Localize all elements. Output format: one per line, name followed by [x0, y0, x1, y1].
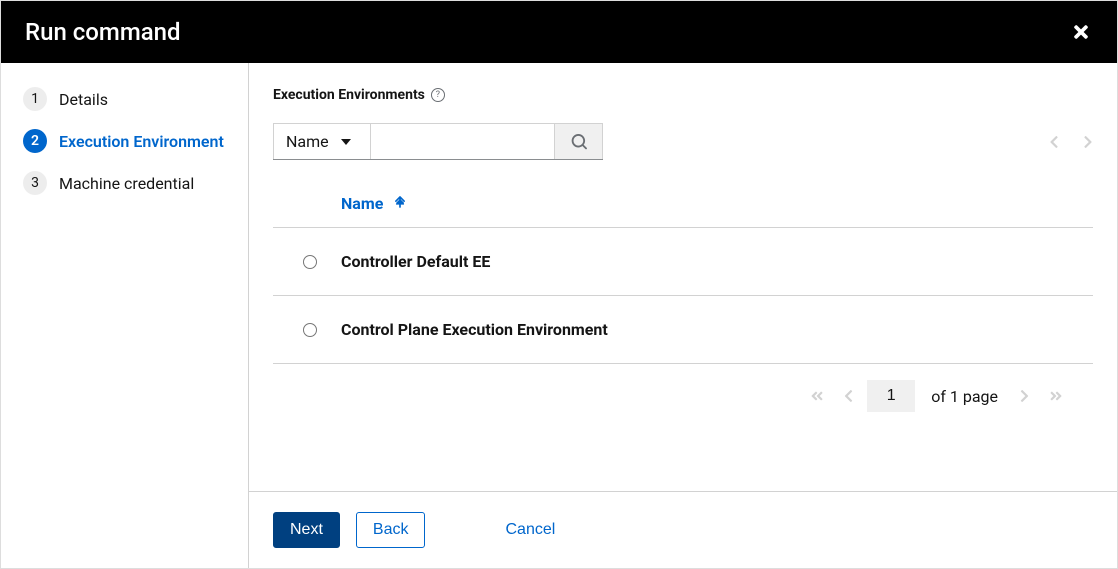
- radio-cell: [303, 255, 341, 269]
- sort-icon: [395, 194, 405, 213]
- search-icon: [571, 134, 587, 150]
- filter-dropdown[interactable]: Name: [273, 123, 371, 159]
- column-header-label: Name: [341, 194, 383, 213]
- next-page-button[interactable]: [1014, 385, 1035, 407]
- search-button[interactable]: [555, 123, 603, 159]
- double-chevron-left-icon: [810, 389, 824, 403]
- prev-arrow[interactable]: [1049, 135, 1059, 149]
- content-area: Execution Environments ? Name: [249, 63, 1117, 491]
- cancel-button[interactable]: Cancel: [489, 513, 571, 547]
- page-number-input[interactable]: [867, 380, 915, 412]
- back-button[interactable]: Back: [356, 512, 426, 548]
- row-name: Controller Default EE: [341, 252, 490, 271]
- double-chevron-right-icon: [1049, 389, 1063, 403]
- chevron-right-icon: [1020, 389, 1029, 403]
- step-number: 1: [23, 87, 47, 111]
- table-row: Control Plane Execution Environment: [273, 296, 1093, 364]
- close-button[interactable]: [1069, 20, 1093, 44]
- row-radio[interactable]: [303, 323, 317, 337]
- caret-down-icon: [341, 139, 351, 145]
- wizard-step-execution-environment[interactable]: 2 Execution Environment: [23, 129, 230, 153]
- step-label: Execution Environment: [59, 132, 224, 151]
- chevron-left-icon: [1049, 135, 1059, 149]
- prev-page-button[interactable]: [838, 385, 859, 407]
- column-header-name[interactable]: Name: [341, 194, 405, 213]
- close-icon: [1071, 22, 1091, 42]
- filter-dropdown-label: Name: [286, 132, 329, 151]
- wizard-nav: 1 Details 2 Execution Environment 3 Mach…: [1, 63, 249, 568]
- chevron-left-icon: [844, 389, 853, 403]
- main-content: Execution Environments ? Name: [249, 63, 1117, 568]
- chevron-right-icon: [1083, 135, 1093, 149]
- modal-footer: Next Back Cancel: [249, 491, 1117, 568]
- row-radio[interactable]: [303, 255, 317, 269]
- wizard-step-details[interactable]: 1 Details: [23, 87, 230, 111]
- toolbar: Name: [273, 123, 1093, 160]
- step-number: 3: [23, 171, 47, 195]
- search-group: Name: [273, 123, 603, 160]
- toolbar-nav-arrows: [1049, 135, 1093, 149]
- step-label: Machine credential: [59, 174, 194, 193]
- table-row: Controller Default EE: [273, 228, 1093, 296]
- section-header: Execution Environments ?: [273, 87, 1093, 103]
- last-page-button[interactable]: [1043, 385, 1069, 407]
- table-header: Name: [273, 180, 1093, 228]
- search-input[interactable]: [371, 123, 555, 159]
- step-label: Details: [59, 90, 108, 109]
- wizard-step-machine-credential[interactable]: 3 Machine credential: [23, 171, 230, 195]
- help-icon[interactable]: ?: [431, 88, 445, 102]
- row-name: Control Plane Execution Environment: [341, 320, 608, 339]
- modal-title: Run command: [25, 18, 181, 46]
- first-page-button[interactable]: [804, 385, 830, 407]
- step-number: 2: [23, 129, 47, 153]
- section-title: Execution Environments: [273, 87, 425, 103]
- next-button[interactable]: Next: [273, 512, 340, 548]
- pagination: of 1 page: [273, 364, 1093, 432]
- next-arrow[interactable]: [1083, 135, 1093, 149]
- modal-header: Run command: [1, 1, 1117, 63]
- modal-body: 1 Details 2 Execution Environment 3 Mach…: [1, 63, 1117, 568]
- page-info: of 1 page: [931, 387, 998, 406]
- run-command-modal: Run command 1 Details 2 Execution Enviro…: [0, 0, 1118, 569]
- radio-cell: [303, 323, 341, 337]
